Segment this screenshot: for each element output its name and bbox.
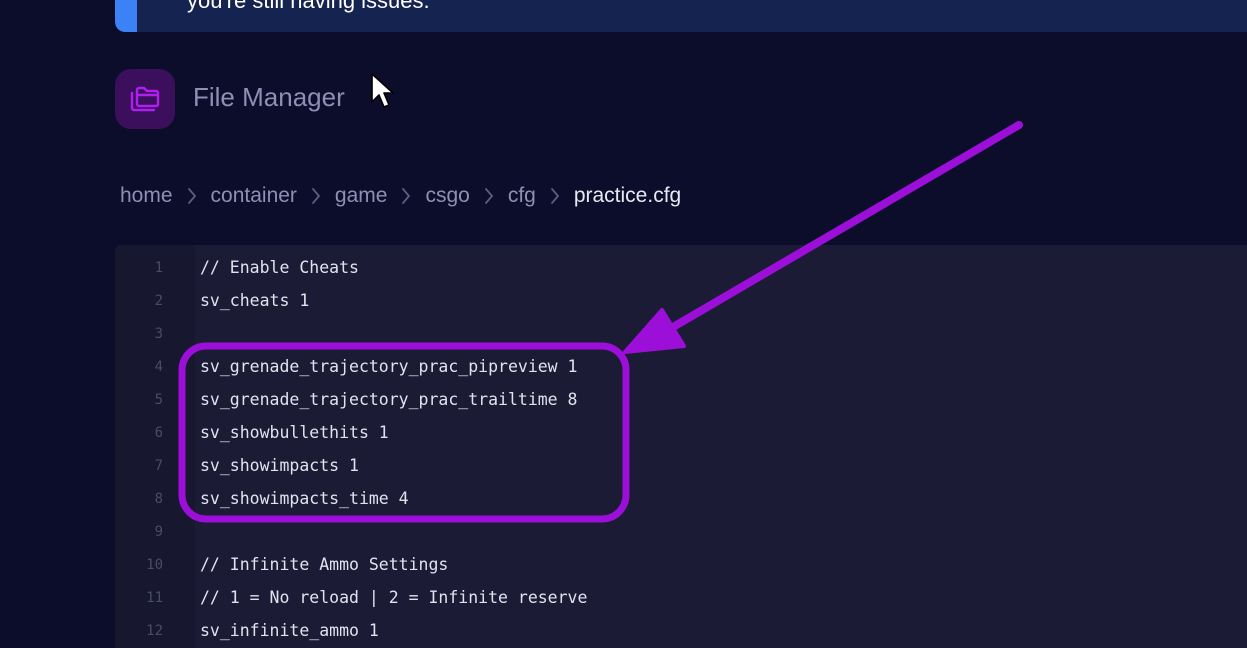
editor-line[interactable]: 1 // Enable Cheats — [115, 251, 1247, 284]
line-code[interactable]: // 1 = No reload | 2 = Infinite reserve — [200, 588, 587, 607]
line-code[interactable]: sv_cheats 1 — [200, 291, 309, 310]
breadcrumb-current-file: practice.cfg — [573, 184, 682, 207]
mouse-cursor-icon — [371, 73, 394, 108]
editor-line[interactable]: 6 sv_showbullethits 1 — [115, 416, 1247, 449]
line-number: 6 — [154, 424, 163, 441]
page-title: File Manager — [193, 82, 345, 112]
chevron-right-icon — [536, 184, 574, 208]
line-code[interactable]: sv_showimpacts_time 4 — [200, 489, 409, 508]
breadcrumb-item-home[interactable]: home — [120, 184, 173, 208]
line-number: 11 — [146, 589, 163, 606]
notice-text: you're still having issues. — [187, 0, 430, 13]
editor-line[interactable]: 5 sv_grenade_trajectory_prac_trailtime 8 — [115, 383, 1247, 416]
editor-line[interactable]: 8 sv_showimpacts_time 4 — [115, 482, 1247, 515]
line-code[interactable]: sv_grenade_trajectory_prac_trailtime 8 — [200, 390, 578, 409]
line-code[interactable]: sv_showimpacts 1 — [200, 456, 359, 475]
breadcrumb: home container game csgo cfg practice.cf… — [120, 184, 681, 208]
editor-line[interactable]: 12 sv_infinite_ammo 1 — [115, 614, 1247, 647]
line-number: 12 — [146, 622, 163, 639]
editor-line[interactable]: 2 sv_cheats 1 — [115, 284, 1247, 317]
editor-line[interactable]: 4 sv_grenade_trajectory_prac_pipreview 1 — [115, 350, 1247, 383]
line-number: 7 — [154, 457, 163, 474]
chevron-right-icon — [387, 184, 425, 208]
breadcrumb-item-csgo[interactable]: csgo — [425, 184, 469, 208]
chevron-right-icon — [297, 184, 335, 208]
line-code[interactable]: // Infinite Ammo Settings — [200, 555, 448, 574]
editor-line[interactable]: 3 — [115, 317, 1247, 350]
editor-line[interactable]: 9 — [115, 515, 1247, 548]
chevron-right-icon — [470, 184, 508, 208]
line-number: 4 — [154, 358, 163, 375]
editor-line[interactable]: 10 // Infinite Ammo Settings — [115, 548, 1247, 581]
breadcrumb-item-container[interactable]: container — [211, 184, 297, 208]
line-number: 8 — [154, 490, 163, 507]
editor-line[interactable]: 11 // 1 = No reload | 2 = Infinite reser… — [115, 581, 1247, 614]
code-editor[interactable]: 1 // Enable Cheats 2 sv_cheats 1 3 4 sv_… — [115, 245, 1247, 648]
line-number: 9 — [154, 523, 163, 540]
line-number: 5 — [154, 391, 163, 408]
line-number: 1 — [154, 259, 163, 276]
line-number: 3 — [154, 325, 163, 342]
notice-banner: you're still having issues. — [115, 0, 1247, 32]
file-manager-page: you're still having issues. File Manager… — [0, 0, 1247, 648]
breadcrumb-item-game[interactable]: game — [335, 184, 388, 208]
line-code[interactable]: sv_infinite_ammo 1 — [200, 621, 379, 640]
line-code[interactable]: sv_showbullethits 1 — [200, 423, 389, 442]
line-code[interactable]: // Enable Cheats — [200, 258, 359, 277]
notice-accent-bar — [115, 0, 137, 32]
editor-line[interactable]: 7 sv_showimpacts 1 — [115, 449, 1247, 482]
breadcrumb-item-cfg[interactable]: cfg — [508, 184, 536, 208]
folder-icon — [115, 69, 175, 129]
line-number: 2 — [154, 292, 163, 309]
line-number: 10 — [146, 556, 163, 573]
line-code[interactable]: sv_grenade_trajectory_prac_pipreview 1 — [200, 357, 578, 376]
chevron-right-icon — [173, 184, 211, 208]
